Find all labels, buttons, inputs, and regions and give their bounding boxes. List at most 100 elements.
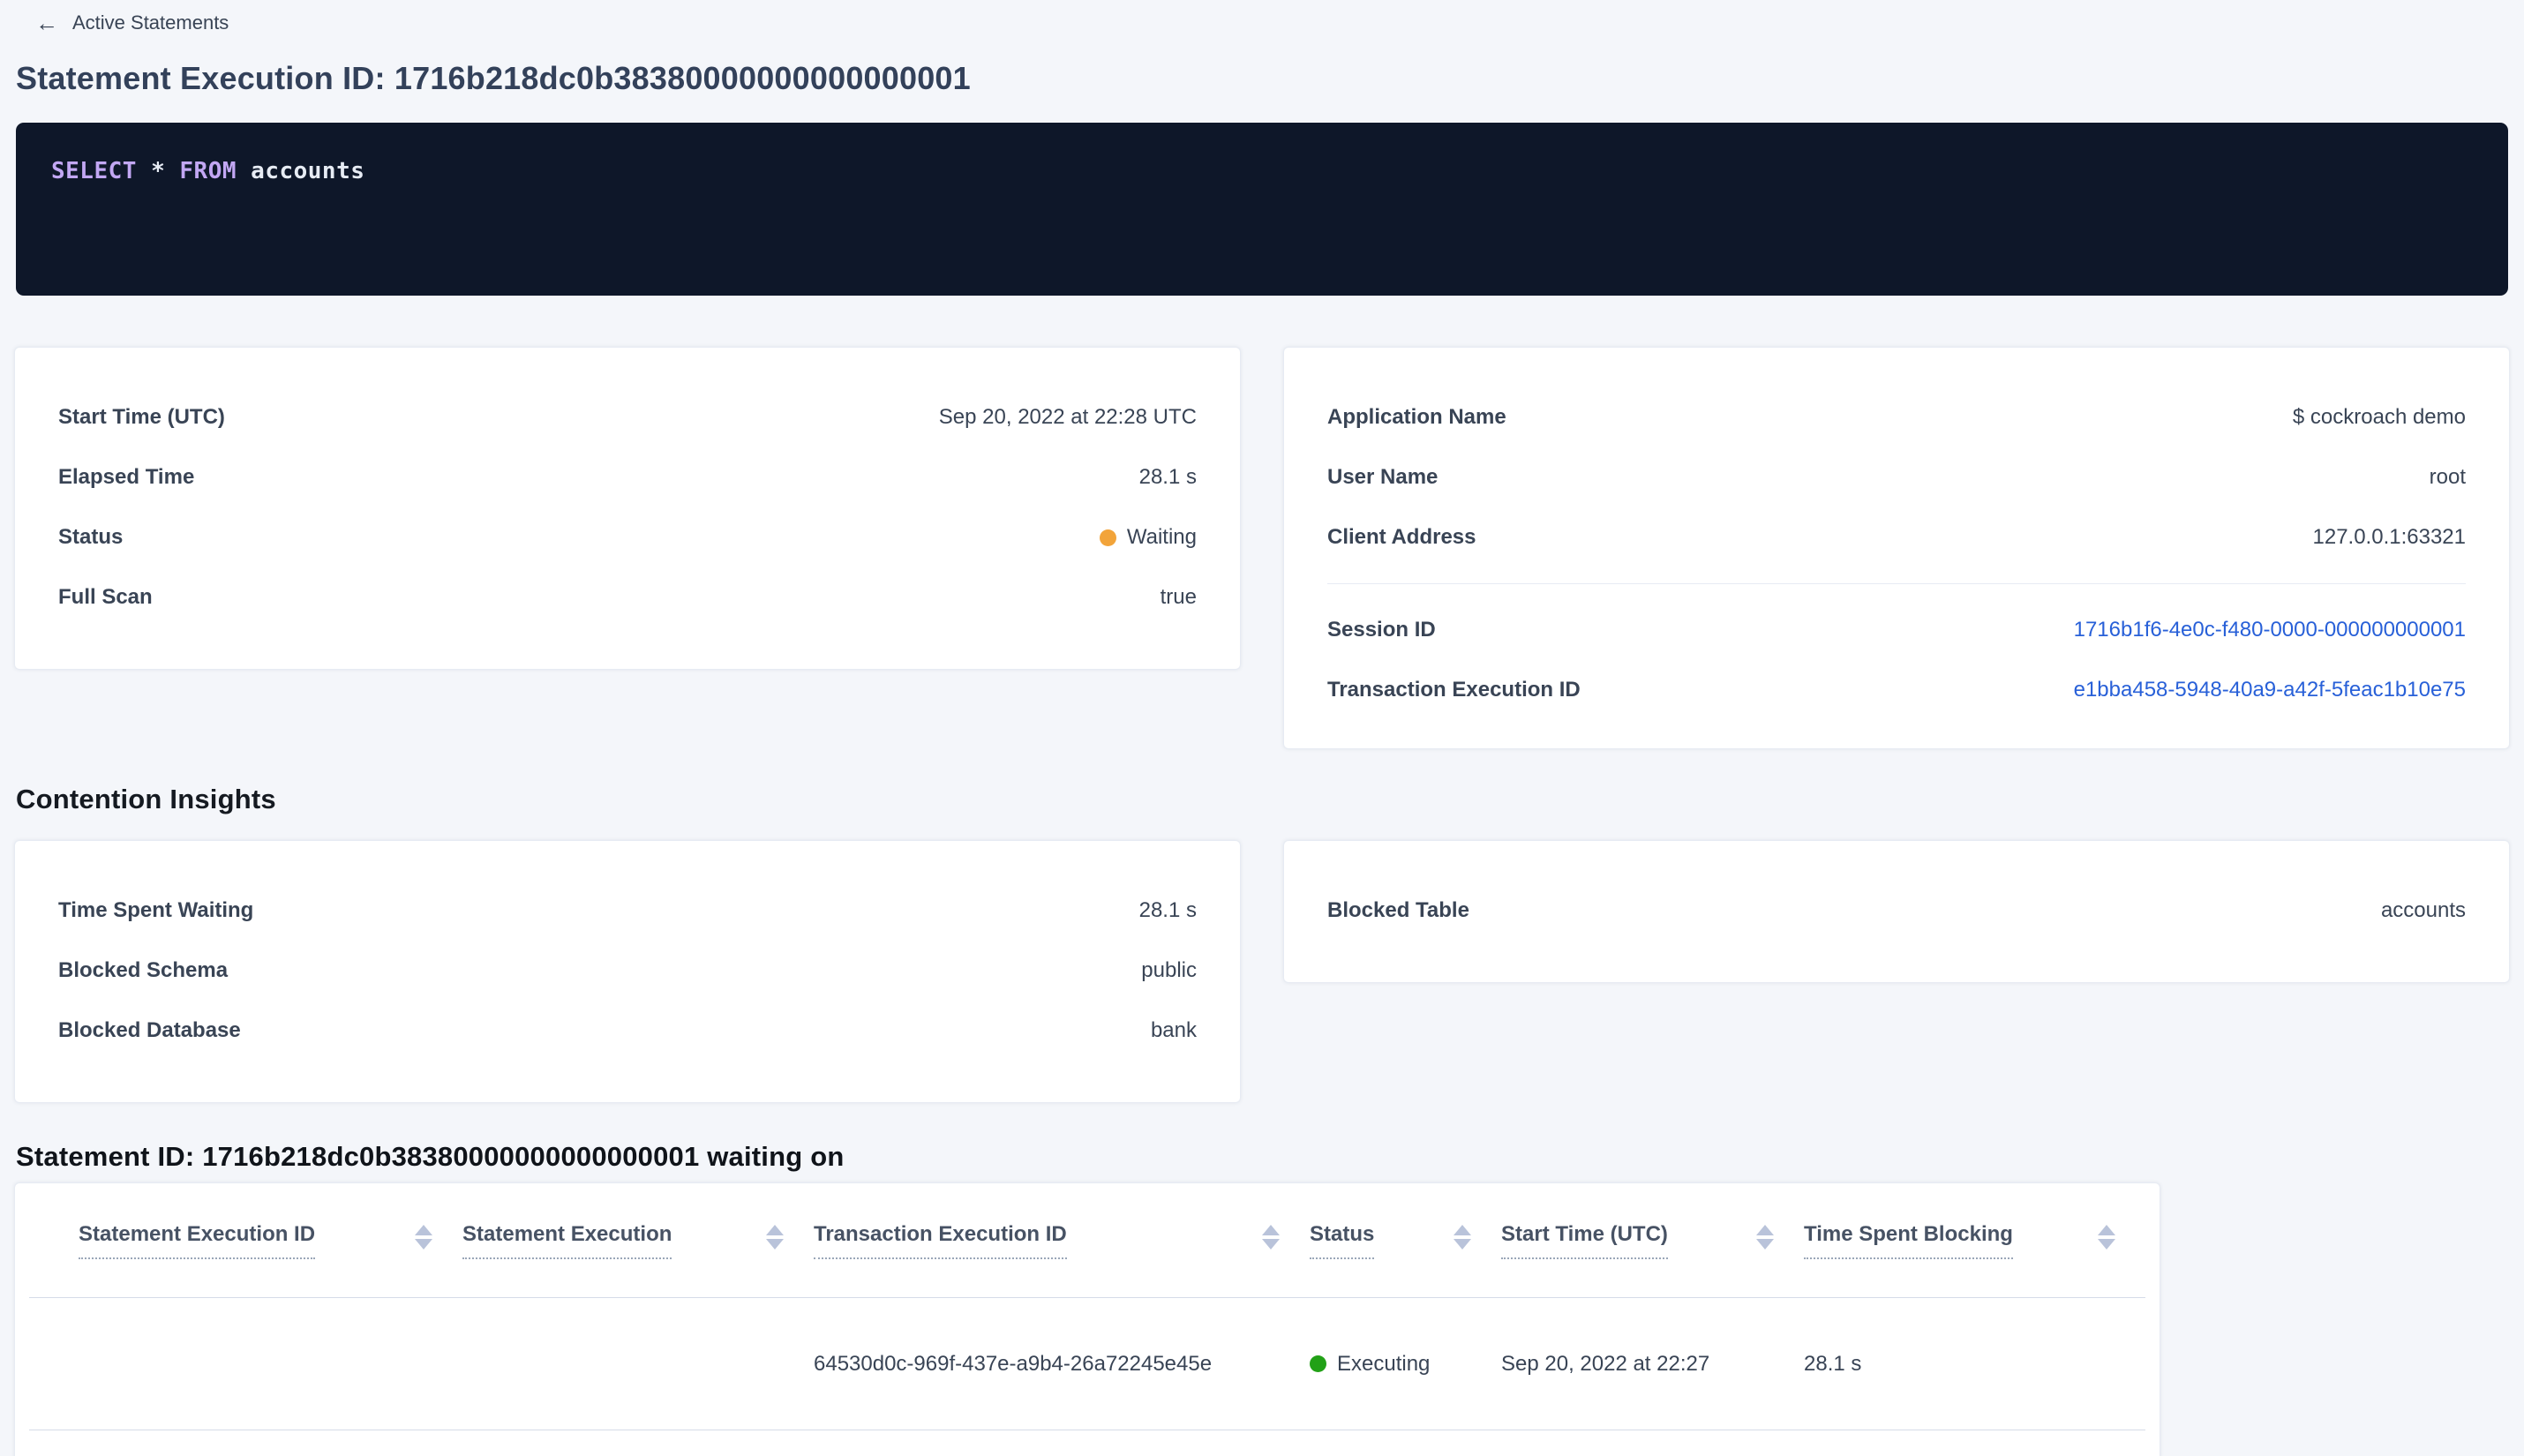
full-scan-row: Full Scan true xyxy=(15,567,1240,627)
sort-down-icon xyxy=(1262,1238,1280,1250)
contention-details-card: Time Spent Waiting 28.1 s Blocked Schema… xyxy=(14,840,1241,1103)
sort-up-icon xyxy=(1262,1224,1280,1235)
start-time-value: Sep 20, 2022 at 22:28 UTC xyxy=(938,405,1197,429)
full-scan-label: Full Scan xyxy=(58,585,153,609)
elapsed-time-row: Elapsed Time 28.1 s xyxy=(15,447,1240,507)
blocked-table-value: accounts xyxy=(2380,898,2466,922)
user-name-row: User Name root xyxy=(1284,447,2509,507)
full-scan-value: true xyxy=(1160,585,1197,609)
sql-keyword: FROM xyxy=(179,158,237,184)
column-header-label: Transaction Execution ID xyxy=(814,1222,1067,1259)
elapsed-time-label: Elapsed Time xyxy=(58,465,195,489)
time-spent-waiting-row: Time Spent Waiting 28.1 s xyxy=(15,881,1240,941)
column-header-label: Status xyxy=(1310,1222,1375,1259)
sql-plain: * xyxy=(136,158,180,184)
table-header-row: Statement Execution ID Statement Executi… xyxy=(29,1183,2145,1298)
cell-status: Executing xyxy=(1310,1352,1501,1377)
column-header-statement-execution-id[interactable]: Statement Execution ID xyxy=(79,1222,462,1259)
time-spent-waiting-label: Time Spent Waiting xyxy=(58,898,254,922)
client-address-row: Client Address 127.0.0.1:63321 xyxy=(1284,507,2509,567)
sort-icon[interactable] xyxy=(1756,1224,1774,1250)
sort-down-icon xyxy=(1454,1238,1471,1250)
sort-up-icon xyxy=(1454,1224,1471,1235)
user-name-label: User Name xyxy=(1327,465,1439,489)
session-id-label: Session ID xyxy=(1327,618,1436,642)
transaction-execution-id-label: Transaction Execution ID xyxy=(1327,678,1581,702)
session-card-divider xyxy=(1327,583,2466,584)
column-header-start-time[interactable]: Start Time (UTC) xyxy=(1501,1222,1804,1259)
blocked-schema-label: Blocked Schema xyxy=(58,958,229,982)
sort-up-icon xyxy=(1756,1224,1774,1235)
sort-icon[interactable] xyxy=(415,1224,432,1250)
session-details-card: Application Name $ cockroach demo User N… xyxy=(1283,347,2510,749)
session-id-row: Session ID 1716b1f6-4e0c-f480-0000-00000… xyxy=(1284,600,2509,660)
blocked-table-card: Blocked Table accounts xyxy=(1283,840,2510,983)
cell-status-text: Executing xyxy=(1337,1351,1431,1376)
blocked-database-value: bank xyxy=(1150,1018,1197,1042)
sort-up-icon xyxy=(766,1224,784,1235)
back-arrow-icon: ← xyxy=(35,10,58,36)
status-row: Status Waiting xyxy=(15,507,1240,567)
sql-plain: accounts xyxy=(237,158,365,184)
contention-insights-heading: Contention Insights xyxy=(16,784,276,814)
column-header-status[interactable]: Status xyxy=(1310,1222,1501,1259)
sort-down-icon xyxy=(766,1238,784,1250)
start-time-label: Start Time (UTC) xyxy=(58,405,225,429)
sort-down-icon xyxy=(415,1238,432,1250)
cell-transaction-execution-id: 64530d0c-969f-437e-a9b4-26a72245e45e xyxy=(814,1351,1213,1376)
blocked-schema-row: Blocked Schema public xyxy=(15,941,1240,1001)
time-spent-waiting-value: 28.1 s xyxy=(1138,898,1197,922)
blocked-database-row: Blocked Database bank xyxy=(15,1001,1240,1061)
elapsed-time-value: 28.1 s xyxy=(1138,465,1197,489)
waiting-on-heading: Statement ID: 1716b218dc0b38380000000000… xyxy=(16,1141,845,1172)
session-id-link[interactable]: 1716b1f6-4e0c-f480-0000-000000000001 xyxy=(2074,618,2466,642)
blocked-table-row: Blocked Table accounts xyxy=(1284,881,2509,941)
column-header-statement-execution[interactable]: Statement Execution xyxy=(462,1222,814,1259)
application-name-row: Application Name $ cockroach demo xyxy=(1284,387,2509,447)
topbar: ← Active Statements xyxy=(35,9,2524,37)
transaction-execution-id-row: Transaction Execution ID e1bba458-5948-4… xyxy=(1284,660,2509,720)
sort-icon[interactable] xyxy=(1262,1224,1280,1250)
overview-cards-row: Start Time (UTC) Sep 20, 2022 at 22:28 U… xyxy=(14,347,2510,749)
waiting-on-table: Statement Execution ID Statement Executi… xyxy=(14,1182,2160,1456)
column-header-label: Start Time (UTC) xyxy=(1501,1222,1668,1259)
cell-time-spent-blocking: 28.1 s xyxy=(1804,1351,1862,1376)
sql-statement-box: SELECT * FROM accounts xyxy=(16,123,2508,296)
back-link-label: Active Statements xyxy=(72,11,229,34)
sql-keyword: SELECT xyxy=(51,158,137,184)
contention-cards-row: Time Spent Waiting 28.1 s Blocked Schema… xyxy=(14,840,2510,1103)
cell-start-time: Sep 20, 2022 at 22:27 xyxy=(1501,1351,1710,1376)
sort-up-icon xyxy=(415,1224,432,1235)
client-address-value: 127.0.0.1:63321 xyxy=(2312,525,2467,549)
blocked-database-label: Blocked Database xyxy=(58,1018,241,1042)
status-value: Waiting xyxy=(1099,525,1197,550)
blocked-table-label: Blocked Table xyxy=(1327,898,1469,922)
user-name-value: root xyxy=(2429,465,2466,489)
column-header-transaction-execution-id[interactable]: Transaction Execution ID xyxy=(814,1222,1310,1259)
column-header-label: Statement Execution xyxy=(462,1222,672,1259)
start-time-row: Start Time (UTC) Sep 20, 2022 at 22:28 U… xyxy=(15,387,1240,447)
status-executing-dot-icon xyxy=(1310,1355,1326,1372)
execution-summary-card: Start Time (UTC) Sep 20, 2022 at 22:28 U… xyxy=(14,347,1241,670)
status-waiting-dot-icon xyxy=(1099,529,1116,546)
status-label: Status xyxy=(58,525,124,549)
back-to-active-statements-link[interactable]: ← Active Statements xyxy=(35,11,229,34)
sort-icon[interactable] xyxy=(1454,1224,1471,1250)
column-header-time-spent-blocking[interactable]: Time Spent Blocking xyxy=(1804,1222,2145,1259)
table-row[interactable]: 64530d0c-969f-437e-a9b4-26a72245e45e Exe… xyxy=(29,1298,2145,1430)
sql-statement-text: SELECT * FROM accounts xyxy=(51,158,2473,184)
sort-up-icon xyxy=(2098,1224,2115,1235)
status-value-text: Waiting xyxy=(1126,525,1197,549)
sort-icon[interactable] xyxy=(2098,1224,2115,1250)
sort-down-icon xyxy=(2098,1238,2115,1250)
page-title: Statement Execution ID: 1716b218dc0b3838… xyxy=(16,60,971,96)
transaction-execution-id-link[interactable]: e1bba458-5948-40a9-a42f-5feac1b10e75 xyxy=(2074,678,2466,702)
client-address-label: Client Address xyxy=(1327,525,1476,549)
column-header-label: Statement Execution ID xyxy=(79,1222,316,1259)
application-name-value: $ cockroach demo xyxy=(2292,405,2466,429)
application-name-label: Application Name xyxy=(1327,405,1506,429)
sort-down-icon xyxy=(1756,1238,1774,1250)
sort-icon[interactable] xyxy=(766,1224,784,1250)
column-header-label: Time Spent Blocking xyxy=(1804,1222,2013,1259)
blocked-schema-value: public xyxy=(1141,958,1197,982)
